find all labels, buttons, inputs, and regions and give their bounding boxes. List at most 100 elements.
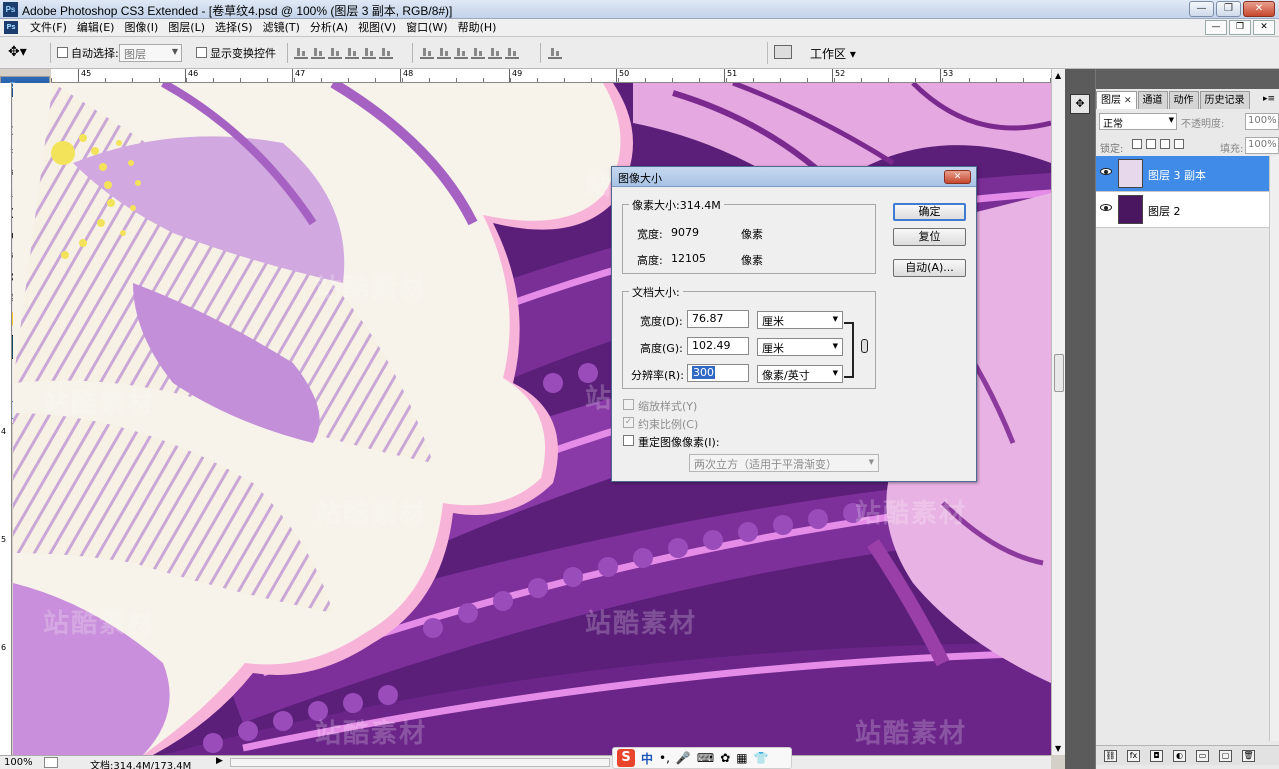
- auto-align-icon[interactable]: [548, 46, 562, 59]
- opacity-field[interactable]: 100%: [1245, 113, 1279, 130]
- maximize-button[interactable]: ❐: [1216, 1, 1241, 17]
- ruler-subtick: [618, 78, 619, 82]
- layers-scrollbar[interactable]: [1269, 156, 1279, 741]
- ime-language-toggle[interactable]: 中: [641, 750, 653, 767]
- menu-edit[interactable]: 编辑(E): [72, 21, 120, 35]
- lock-position-icon[interactable]: [1160, 139, 1170, 149]
- skin-icon[interactable]: ✿: [720, 751, 730, 765]
- distribute-vcenter-icon[interactable]: [437, 46, 451, 59]
- layer-row[interactable]: 图层 3 副本: [1096, 156, 1279, 192]
- menu-file[interactable]: 文件(F): [25, 21, 72, 35]
- menu-select[interactable]: 选择(S): [210, 21, 258, 35]
- canvas-horizontal-scrollbar[interactable]: [230, 758, 610, 767]
- ruler-subtick: [321, 78, 322, 82]
- menu-analysis[interactable]: 分析(A): [305, 21, 353, 35]
- microphone-icon[interactable]: 🎤: [676, 751, 691, 765]
- menu-layer[interactable]: 图层(L): [163, 21, 210, 35]
- lock-pixels-icon[interactable]: [1146, 139, 1156, 149]
- navigator-panel-icon[interactable]: ✥: [1070, 94, 1090, 114]
- sogou-logo-icon[interactable]: S: [617, 749, 635, 767]
- align-bottom-icon[interactable]: [328, 46, 342, 59]
- doc-width-unit-select[interactable]: 厘米 ▼: [757, 311, 843, 329]
- distribute-top-icon[interactable]: [420, 46, 434, 59]
- resample-label: 重定图像像素(I):: [638, 436, 720, 449]
- doc-width-input[interactable]: 76.87: [687, 310, 749, 328]
- resolution-input[interactable]: 300: [687, 364, 749, 382]
- toolbox-grid-icon[interactable]: ▦: [736, 751, 747, 765]
- tab-channels[interactable]: 通道: [1137, 91, 1168, 109]
- new-group-icon[interactable]: ▭: [1196, 750, 1209, 762]
- constrain-checkbox[interactable]: ✓: [623, 417, 634, 428]
- workspace-button[interactable]: 工作区 ▾: [767, 42, 863, 64]
- close-icon[interactable]: ✕: [1124, 96, 1132, 106]
- resolution-unit-select[interactable]: 像素/英寸 ▼: [757, 365, 843, 383]
- auto-select-value: 图层: [124, 48, 146, 61]
- reset-button[interactable]: 复位: [893, 228, 966, 246]
- scroll-thumb[interactable]: [1054, 354, 1064, 392]
- menu-view[interactable]: 视图(V): [353, 21, 401, 35]
- auto-select-dropdown[interactable]: 图层 ▼: [119, 44, 182, 62]
- lock-transparency-icon[interactable]: [1132, 139, 1142, 149]
- menu-bar: Ps 文件(F) 编辑(E) 图像(I) 图层(L) 选择(S) 滤镜(T) 分…: [0, 19, 1279, 37]
- align-top-icon[interactable]: [294, 46, 308, 59]
- ps-menu-icon[interactable]: Ps: [4, 21, 18, 34]
- link-layers-icon[interactable]: ⛓: [1104, 750, 1117, 762]
- new-layer-icon[interactable]: ▢: [1219, 750, 1232, 762]
- show-transform-checkbox[interactable]: [196, 47, 207, 58]
- menu-filter[interactable]: 滤镜(T): [258, 21, 305, 35]
- close-button[interactable]: ✕: [1243, 1, 1275, 17]
- tab-layers[interactable]: 图层 ✕: [1096, 91, 1137, 109]
- doc-width-label: 宽度(D):: [640, 315, 683, 328]
- fill-field[interactable]: 100%: [1245, 137, 1279, 154]
- scroll-down-icon[interactable]: ▼: [1055, 744, 1061, 753]
- trash-icon[interactable]: 🗑: [1242, 750, 1255, 762]
- distribute-bottom-icon[interactable]: [454, 46, 468, 59]
- adjustment-layer-icon[interactable]: ◐: [1173, 750, 1186, 762]
- doc-height-unit-select[interactable]: 厘米 ▼: [757, 338, 843, 356]
- status-nav-icon[interactable]: [44, 757, 58, 768]
- visibility-eye-icon[interactable]: [1099, 166, 1113, 180]
- punctuation-icon[interactable]: •,: [659, 751, 670, 765]
- align-vcenter-icon[interactable]: [311, 46, 325, 59]
- minimize-button[interactable]: —: [1189, 1, 1214, 17]
- ruler-label: 48: [403, 69, 414, 78]
- lock-all-icon[interactable]: [1174, 139, 1184, 149]
- scroll-up-icon[interactable]: ▲: [1055, 71, 1061, 80]
- align-right-icon[interactable]: [379, 46, 393, 59]
- tab-layers-label: 图层: [1101, 95, 1121, 106]
- distribute-hcenter-icon[interactable]: [488, 46, 502, 59]
- align-left-icon[interactable]: [345, 46, 359, 59]
- layer-style-icon[interactable]: fx: [1127, 750, 1140, 762]
- ok-button[interactable]: 确定: [893, 203, 966, 221]
- doc-height-input[interactable]: 102.49: [687, 337, 749, 355]
- auto-button[interactable]: 自动(A)...: [893, 259, 966, 277]
- dialog-close-button[interactable]: ✕: [944, 170, 971, 184]
- visibility-eye-icon[interactable]: [1099, 202, 1113, 216]
- menu-help[interactable]: 帮助(H): [453, 21, 502, 35]
- doc-restore-button[interactable]: ❐: [1229, 20, 1251, 35]
- menu-window[interactable]: 窗口(W): [401, 21, 452, 35]
- distribute-left-icon[interactable]: [471, 46, 485, 59]
- doc-minimize-button[interactable]: —: [1205, 20, 1227, 35]
- resample-method-select[interactable]: 两次立方（适用于平滑渐变） ▼: [689, 454, 879, 472]
- distribute-right-icon[interactable]: [505, 46, 519, 59]
- auto-select-checkbox[interactable]: [57, 47, 68, 58]
- dialog-title-bar[interactable]: 图像大小 ✕: [612, 167, 976, 187]
- resample-checkbox[interactable]: [623, 435, 634, 446]
- move-tool-preset-icon[interactable]: ✥▾: [8, 44, 44, 62]
- scale-styles-checkbox[interactable]: [623, 399, 634, 410]
- doc-close-button[interactable]: ✕: [1253, 20, 1275, 35]
- shirt-icon[interactable]: 👕: [754, 751, 769, 765]
- layer-row[interactable]: 图层 2: [1096, 192, 1279, 228]
- menu-image[interactable]: 图像(I): [119, 21, 163, 35]
- tab-history[interactable]: 历史记录: [1199, 91, 1250, 109]
- panel-menu-icon[interactable]: ▸≡: [1263, 94, 1275, 104]
- blend-mode-dropdown[interactable]: 正常 ▼: [1099, 113, 1177, 130]
- canvas-vertical-scrollbar[interactable]: ▲ ▼: [1051, 69, 1065, 755]
- layer-mask-icon[interactable]: ◘: [1150, 750, 1163, 762]
- tab-actions[interactable]: 动作: [1168, 91, 1199, 109]
- zoom-level[interactable]: 100%: [4, 757, 33, 768]
- status-menu-arrow-icon[interactable]: ▶: [216, 756, 223, 766]
- align-hcenter-icon[interactable]: [362, 46, 376, 59]
- keyboard-icon[interactable]: ⌨: [697, 751, 714, 765]
